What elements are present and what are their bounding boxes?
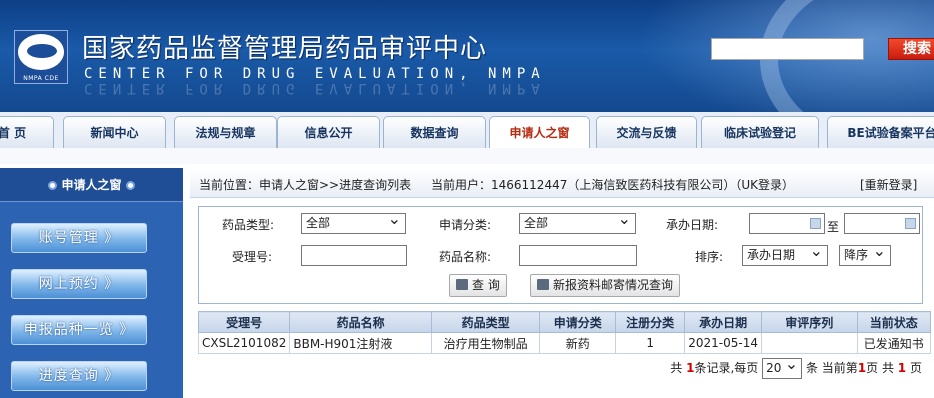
table-cell: BBM-H901注射液: [289, 332, 432, 354]
main-content: 当前位置：申请人之窗>>进度查询列表 当前用户：1466112447（上海信致医…: [190, 168, 934, 398]
table-cell: [760, 332, 858, 354]
nav-tab-clinical-trial[interactable]: 临床试验登记: [701, 116, 819, 148]
nav-tab-home[interactable]: 首 页: [0, 116, 54, 148]
query-button[interactable]: 查 询: [449, 274, 507, 297]
query-form: 药品类型: 全部 申请分类: 全部 承办日期: 至 受理号: 药品名称: 排序:…: [198, 206, 923, 304]
drug-type-select[interactable]: 全部: [301, 209, 406, 234]
nav-tab-applicant[interactable]: 申请人之窗: [489, 116, 590, 148]
table-cell[interactable]: CXSL2101082: [197, 332, 291, 354]
accept-no-input[interactable]: [301, 245, 407, 266]
nav-tab-be-filing[interactable]: BE试验备案平台: [827, 116, 934, 148]
accept-no-label: 受理号:: [232, 250, 273, 264]
nav-tab-regulations[interactable]: 法规与规章: [174, 116, 277, 148]
column-header: 受理号: [197, 311, 291, 333]
table-cell: 治疗用生物制品: [430, 332, 541, 354]
nav-tab-disclosure[interactable]: 信息公开: [277, 116, 380, 148]
table-cell: 1: [615, 332, 686, 354]
pagination: 共 1条记录,每页 20 条 当前第1页 共 1 页: [190, 354, 922, 379]
column-header: 申请分类: [539, 311, 617, 333]
sort-label: 排序:: [695, 250, 724, 264]
apply-category-label: 申请分类:: [439, 218, 492, 232]
nmpa-logo: NMPA CDE: [14, 30, 68, 84]
drug-type-label: 药品类型:: [222, 218, 275, 232]
breadcrumb: 当前位置：申请人之窗>>进度查询列表 当前用户：1466112447（上海信致医…: [190, 168, 934, 198]
logo-text: NMPA CDE: [23, 75, 59, 82]
site-search-button[interactable]: 搜索: [888, 38, 934, 60]
bullet-icon: [125, 181, 135, 190]
column-header: 药品类型: [430, 311, 541, 333]
sidebar-item-appointment[interactable]: 网上预约 》: [11, 269, 147, 299]
pager-records-text: 条记录,每页: [694, 361, 759, 375]
site-header: NMPA CDE 国家药品监督管理局药品审评中心 CENTER FOR DRUG…: [0, 0, 934, 112]
table-row[interactable]: CXSL2101082 BBM-H901注射液 治疗用生物制品 新药 1 202…: [197, 332, 932, 354]
nav-tab-data-query[interactable]: 数据查询: [383, 116, 486, 148]
sidebar: 申请人之窗 账号管理 》 网上预约 》 申报品种一览 》 进度查询 》: [0, 168, 183, 398]
current-user: 当前用户：1466112447（上海信致医药科技有限公司）（UK登录）: [431, 178, 795, 192]
column-header: 承办日期: [684, 311, 762, 333]
column-header: 审评序列: [760, 311, 858, 333]
sidebar-heading: 申请人之窗: [0, 168, 183, 202]
table-cell: 2021-05-14: [684, 332, 762, 354]
table-cell: 已发通知书: [856, 332, 932, 354]
sort-order-select[interactable]: 降序: [839, 241, 891, 266]
date-from-input[interactable]: [749, 213, 825, 234]
breadcrumb-location: 当前位置：申请人之窗>>进度查询列表: [199, 178, 412, 192]
calendar-icon[interactable]: [905, 218, 916, 229]
nav-tab-feedback[interactable]: 交流与反馈: [596, 116, 697, 148]
pager-current: 1: [857, 361, 867, 375]
main-nav: 首 页 新闻中心 法规与规章 信息公开 数据查询 申请人之窗 交流与反馈 临床试…: [0, 112, 934, 148]
column-header: 注册分类: [615, 311, 686, 333]
mail-query-button-label: 新报资料邮寄情况查询: [553, 278, 674, 292]
relogin-link[interactable]: [重新登录]: [860, 176, 917, 193]
drug-name-label: 药品名称:: [439, 250, 492, 264]
mail-icon: [537, 279, 549, 290]
sidebar-item-progress[interactable]: 进度查询 》: [11, 361, 147, 391]
sidebar-heading-label: 申请人之窗: [61, 178, 122, 192]
pager-current-prefix: 条 当前第: [805, 361, 858, 375]
search-icon: [456, 279, 468, 290]
logo-emblem-icon: [18, 34, 64, 70]
column-header: 当前状态: [856, 311, 932, 333]
site-title-en-reflection: CENTER FOR DRUG EVALUATION, NMPA: [84, 80, 546, 96]
sidebar-item-submissions[interactable]: 申报品种一览 》: [11, 315, 147, 345]
date-to-input[interactable]: [844, 213, 920, 234]
sort-field-select[interactable]: 承办日期: [742, 241, 828, 266]
page-size-select[interactable]: 20: [762, 354, 803, 379]
apply-category-select[interactable]: 全部: [519, 209, 636, 234]
table-header-row: 受理号 药品名称 药品类型 申请分类 注册分类 承办日期 审评序列 当前状态: [197, 311, 932, 333]
pager-suffix: 页: [909, 361, 922, 375]
drug-name-input[interactable]: [519, 245, 637, 266]
progress-table: 受理号 药品名称 药品类型 申请分类 注册分类 承办日期 审评序列 当前状态 C…: [197, 311, 932, 354]
nav-tab-news[interactable]: 新闻中心: [63, 116, 166, 148]
sidebar-item-account[interactable]: 账号管理 》: [11, 223, 147, 253]
pager-prefix: 共: [670, 361, 683, 375]
bullet-icon: [48, 181, 58, 190]
calendar-icon[interactable]: [810, 218, 821, 229]
query-button-label: 查 询: [472, 278, 500, 292]
pager-of-text: 页 共: [866, 361, 894, 375]
column-header: 药品名称: [289, 311, 432, 333]
table-cell: 新药: [539, 332, 617, 354]
site-title-cn: 国家药品监督管理局药品审评中心: [82, 34, 488, 64]
site-search-input[interactable]: [711, 38, 864, 60]
pager-pages: 1: [897, 361, 907, 375]
nav-subbar: [0, 148, 934, 164]
date-to-label: 至: [827, 220, 840, 234]
date-label: 承办日期:: [666, 218, 719, 232]
mail-query-button[interactable]: 新报资料邮寄情况查询: [530, 274, 681, 297]
